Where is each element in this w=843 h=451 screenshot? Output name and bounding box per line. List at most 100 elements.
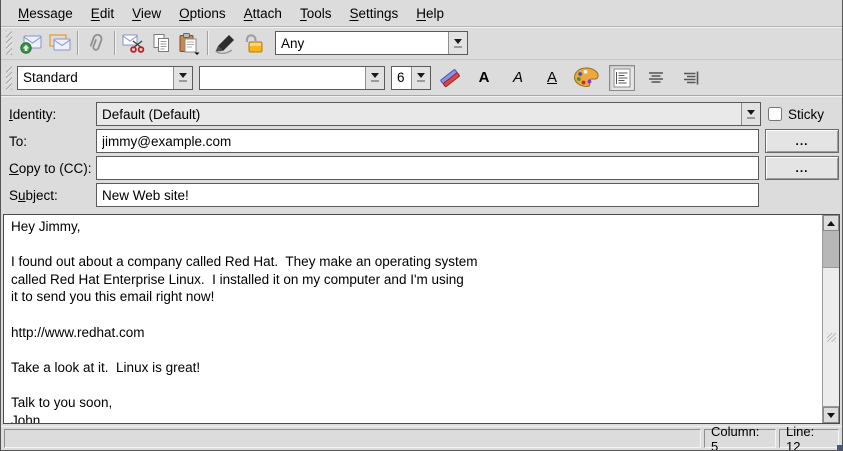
sign-message-button[interactable]: [212, 30, 240, 57]
status-line-indicator: Line: 12: [779, 429, 839, 448]
chevron-down-icon: [179, 73, 187, 78]
sticky-option: Sticky: [765, 107, 839, 122]
bold-icon: A: [479, 69, 490, 86]
underline-icon: A: [547, 69, 557, 86]
encrypt-message-button[interactable]: [240, 30, 268, 57]
font-size-dropdown[interactable]: [411, 67, 430, 89]
menu-options[interactable]: Options: [170, 4, 235, 23]
crypto-format-combo[interactable]: Any: [275, 31, 468, 55]
toolbar-separator: [114, 31, 115, 55]
eraser-icon: [438, 67, 462, 89]
align-center-button[interactable]: [643, 65, 669, 91]
align-center-icon: [647, 70, 665, 86]
chevron-down-icon: [371, 73, 379, 78]
paragraph-style-value: Standard: [18, 70, 173, 85]
window-resize-corner[interactable]: [837, 445, 842, 450]
message-body-editor: Hey Jimmy, I found out about a company c…: [3, 214, 840, 424]
paragraph-style-dropdown[interactable]: [173, 67, 192, 89]
identity-label: Identity:: [1, 107, 96, 122]
subject-row: Subject:: [1, 183, 842, 207]
italic-icon: A: [513, 69, 523, 86]
identity-combo[interactable]: Default (Default): [96, 102, 761, 126]
menu-settings[interactable]: Settings: [340, 4, 407, 23]
to-row: To: ...: [1, 129, 842, 153]
font-size-value: 6: [392, 70, 411, 85]
palette-icon: [573, 66, 600, 89]
menu-message[interactable]: Message: [9, 4, 82, 23]
font-family-dropdown[interactable]: [365, 67, 384, 89]
sticky-label: Sticky: [788, 107, 824, 122]
mail-composer-window: Message Edit View Options Attach Tools S…: [0, 0, 843, 451]
to-addressbook-button[interactable]: ...: [765, 129, 839, 153]
cc-addressbook-button[interactable]: ...: [765, 156, 839, 180]
menu-attach[interactable]: Attach: [235, 4, 291, 23]
arrow-down-icon: [827, 413, 835, 418]
crypto-format-value: Any: [276, 36, 448, 51]
underline-button[interactable]: A: [539, 65, 565, 91]
to-label: To:: [1, 134, 96, 149]
open-padlock-icon: [243, 32, 265, 55]
align-left-icon: [613, 68, 631, 88]
send-mail-icon: [19, 32, 44, 55]
scrollbar-thumb[interactable]: [823, 267, 839, 407]
status-bar: Column: 5 Line: 12: [1, 426, 842, 450]
italic-button[interactable]: A: [505, 65, 531, 91]
editor-scrollbar[interactable]: [822, 215, 839, 423]
cc-label: Copy to (CC):: [1, 161, 96, 176]
font-family-combo[interactable]: [199, 66, 385, 90]
menu-view[interactable]: View: [123, 4, 170, 23]
toolbar-separator: [207, 31, 208, 55]
main-toolbar: Any: [1, 27, 842, 60]
menu-help[interactable]: Help: [407, 4, 453, 23]
remove-formatting-button[interactable]: [437, 65, 463, 91]
cc-input[interactable]: [96, 156, 759, 180]
paste-button[interactable]: [175, 30, 203, 57]
toolbar-drag-handle[interactable]: [6, 31, 12, 55]
attach-file-button[interactable]: [82, 30, 110, 57]
format-toolbar: Standard 6 A A A: [1, 60, 842, 96]
scroll-up-button[interactable]: [823, 215, 839, 231]
scroll-down-button[interactable]: [823, 407, 839, 423]
sticky-checkbox[interactable]: [768, 107, 782, 121]
cut-button[interactable]: [119, 30, 147, 57]
menu-bar: Message Edit View Options Attach Tools S…: [1, 0, 842, 27]
menu-edit[interactable]: Edit: [82, 4, 123, 23]
status-column-indicator: Column: 5: [704, 429, 776, 448]
menu-tools[interactable]: Tools: [291, 4, 341, 23]
scrollbar-track[interactable]: [823, 231, 839, 267]
status-message-panel: [4, 429, 701, 448]
identity-value: Default (Default): [97, 107, 741, 122]
crypto-format-dropdown[interactable]: [448, 32, 467, 54]
message-headers: Identity: Default (Default) Sticky To: .…: [1, 96, 842, 213]
message-body-text[interactable]: Hey Jimmy, I found out about a company c…: [4, 215, 822, 423]
paragraph-style-combo[interactable]: Standard: [17, 66, 193, 90]
chevron-down-icon: [454, 39, 462, 44]
subject-label: Subject:: [1, 188, 96, 203]
scrollbar-grip-icon: [827, 333, 836, 342]
pen-icon: [212, 33, 240, 54]
font-size-combo[interactable]: 6: [391, 66, 431, 90]
identity-dropdown[interactable]: [741, 103, 760, 125]
copy-icon: [151, 32, 172, 55]
toolbar-drag-handle[interactable]: [6, 66, 12, 90]
cut-icon: [121, 32, 146, 55]
chevron-down-icon: [747, 110, 755, 115]
align-left-button[interactable]: [609, 65, 635, 91]
chevron-down-icon: [417, 73, 425, 78]
send-mail-button[interactable]: [17, 30, 45, 57]
align-right-button[interactable]: [677, 65, 703, 91]
bold-button[interactable]: A: [471, 65, 497, 91]
queue-mail-button[interactable]: [45, 30, 73, 57]
to-input[interactable]: [96, 129, 759, 153]
copy-button[interactable]: [147, 30, 175, 57]
align-right-icon: [681, 70, 699, 86]
arrow-up-icon: [827, 221, 835, 226]
identity-row: Identity: Default (Default) Sticky: [1, 102, 842, 126]
cc-row: Copy to (CC): ...: [1, 156, 842, 180]
toolbar-separator: [77, 31, 78, 55]
queue-mail-icon: [47, 32, 72, 55]
paperclip-icon: [85, 32, 107, 55]
text-color-button[interactable]: [573, 65, 599, 91]
subject-input[interactable]: [96, 183, 759, 207]
paste-icon: [177, 32, 201, 55]
